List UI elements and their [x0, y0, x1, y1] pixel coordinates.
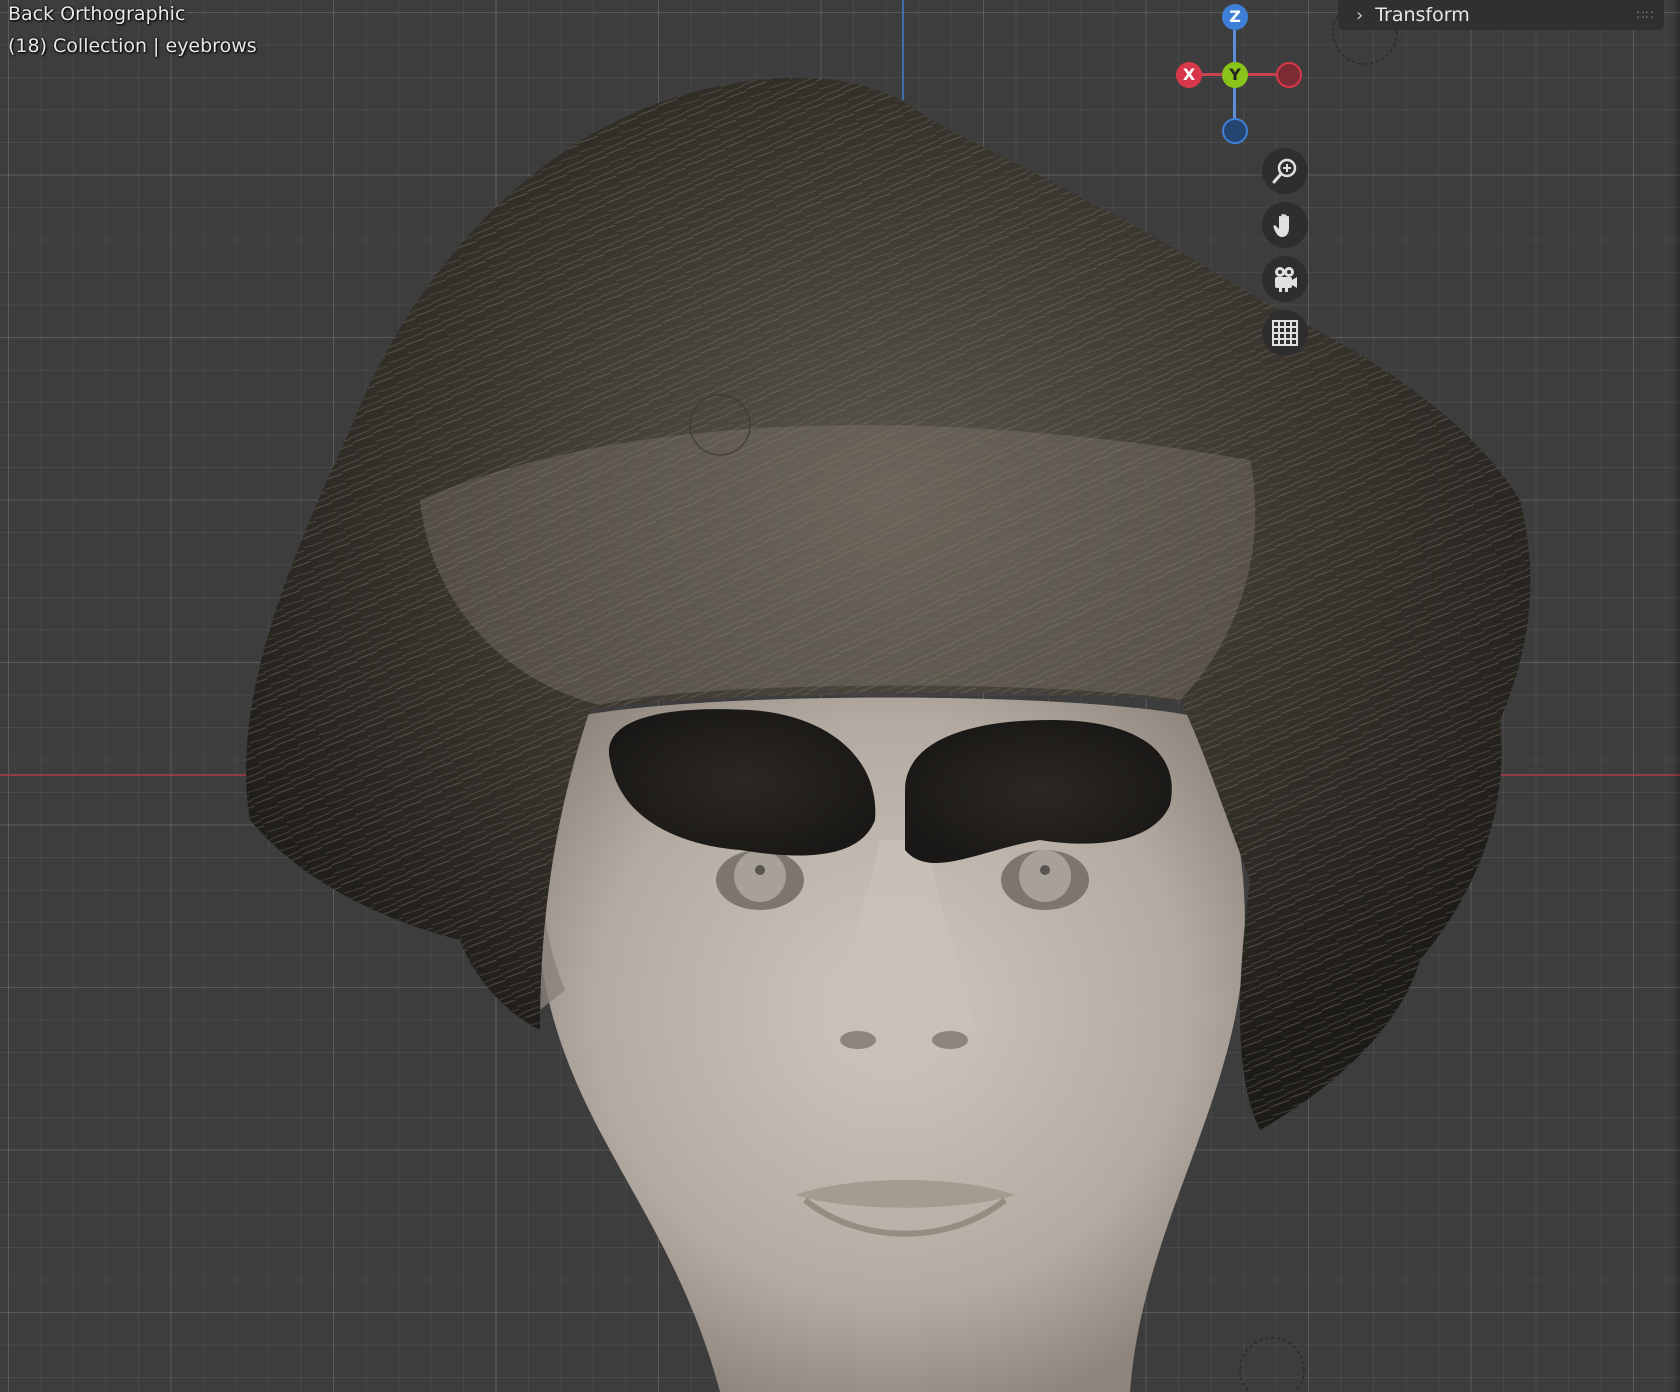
gizmo-y-axis[interactable]: Y — [1222, 62, 1248, 88]
zoom-icon — [1272, 158, 1297, 184]
head-model[interactable] — [0, 0, 1680, 1392]
grid-icon — [1272, 320, 1298, 346]
ortho-perspective-toggle[interactable] — [1262, 310, 1308, 356]
camera-icon — [1275, 267, 1297, 292]
navigation-gizmo[interactable]: Z X Y — [1160, 0, 1302, 150]
gizmo-z-axis[interactable]: Z — [1222, 4, 1248, 30]
gizmo-negative-z-axis[interactable] — [1222, 118, 1248, 144]
collection-info-label: (18) Collection | eyebrows — [8, 35, 257, 57]
camera-view-button[interactable] — [1262, 256, 1308, 302]
hand-icon — [1273, 213, 1289, 237]
view-name-label: Back Orthographic — [8, 3, 186, 25]
chevron-right-icon[interactable]: › — [1356, 5, 1363, 26]
drag-handle-icon[interactable]: ∷∷ — [1637, 8, 1654, 22]
transform-label: Transform — [1375, 4, 1470, 26]
3d-viewport[interactable]: Back Orthographic (18) Collection | eyeb… — [0, 0, 1680, 1392]
zoom-button[interactable] — [1262, 148, 1308, 194]
gizmo-negative-x-axis[interactable] — [1276, 62, 1302, 88]
pan-button[interactable] — [1262, 202, 1308, 248]
gizmo-x-axis[interactable]: X — [1176, 62, 1202, 88]
viewport-edge — [1672, 0, 1680, 1392]
transform-panel-header[interactable]: › Transform ∷∷ — [1338, 0, 1664, 30]
